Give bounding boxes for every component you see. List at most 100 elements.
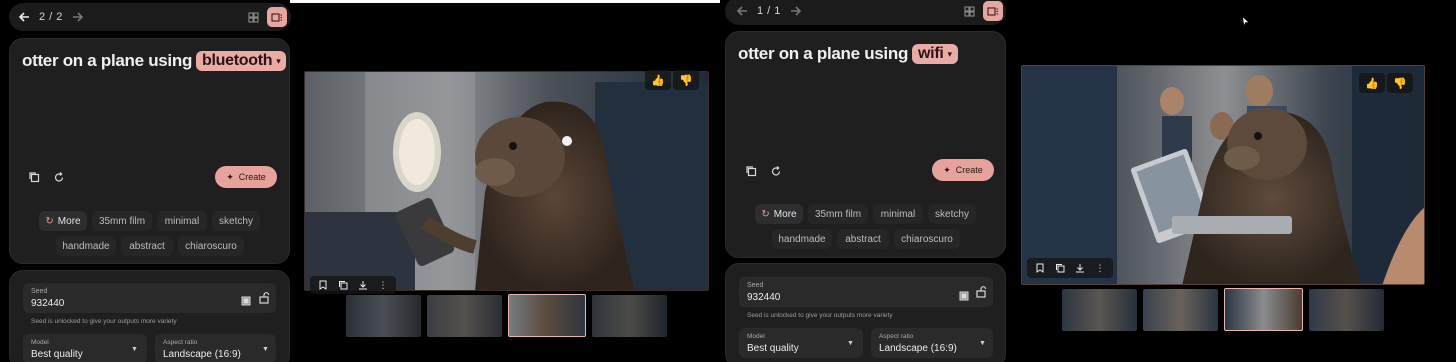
refresh-icon: ↻ [761, 208, 770, 220]
thumbnail[interactable] [1062, 289, 1137, 331]
seed-value: 932440 [747, 292, 781, 303]
style-chip-35mm-film[interactable]: 35mm film [808, 204, 868, 224]
more-vert-icon[interactable]: ⋮ [1093, 261, 1107, 275]
copy-icon[interactable] [1053, 261, 1067, 275]
style-chip-minimal[interactable]: minimal [157, 211, 207, 231]
arrow-left-icon[interactable] [13, 6, 35, 28]
arrow-right-icon[interactable] [785, 0, 807, 22]
single-view-icon[interactable] [267, 7, 287, 27]
seed-value: 932440 [31, 298, 65, 309]
pager-label: 2 / 2 [39, 11, 63, 23]
thumbnail[interactable] [1143, 289, 1218, 331]
dice-icon[interactable] [956, 288, 972, 304]
more-styles-button[interactable]: ↻ More [39, 211, 87, 231]
thumbs-down-icon[interactable]: 👎 [1387, 73, 1413, 93]
prompt-heading: otter on a plane using bluetooth ▾ [22, 51, 287, 71]
style-chips: ↻ More 35mm film minimal sketchy handmad… [9, 203, 290, 263]
model-value: Best quality [31, 349, 83, 360]
create-label: Create [238, 172, 266, 182]
keyword-label: bluetooth [202, 52, 273, 69]
single-view-icon[interactable] [983, 1, 1003, 21]
generated-image-main[interactable] [1021, 65, 1425, 285]
create-button[interactable]: ✦ Create [932, 159, 994, 181]
dice-icon[interactable] [238, 293, 254, 309]
lock-open-icon[interactable] [972, 283, 990, 301]
thumbnail-selected[interactable] [1224, 288, 1303, 331]
lock-open-icon[interactable] [255, 289, 273, 307]
thumbnail[interactable] [1309, 289, 1384, 331]
more-label: More [773, 208, 797, 220]
view-toggle [959, 1, 1003, 21]
copy-icon[interactable] [23, 166, 45, 188]
sparkle-icon: ✦ [943, 164, 951, 175]
arrow-right-icon[interactable] [67, 6, 89, 28]
left-pane: 2 / 2 otter on a plane using bluetooth ▾ … [0, 0, 715, 362]
seed-label: Seed [31, 288, 48, 295]
chevron-down-icon: ▼ [847, 340, 854, 347]
right-pane: 1 / 1 otter on a plane using wifi ▾ ✦ Cre… [715, 0, 1456, 362]
keyword-label: wifi [918, 45, 944, 62]
style-chip-chiaroscuro[interactable]: chiaroscuro [178, 236, 244, 256]
reset-icon[interactable] [765, 160, 787, 182]
thumbnail[interactable] [346, 295, 421, 337]
thumbs-up-icon[interactable]: 👍 [1359, 73, 1385, 93]
thumbnail[interactable] [427, 295, 502, 337]
style-chip-abstract[interactable]: abstract [121, 236, 173, 256]
seed-note: Seed is unlocked to give your outputs mo… [31, 318, 177, 325]
bookmark-icon[interactable] [316, 278, 330, 292]
thumbnail-selected[interactable] [508, 294, 586, 337]
model-label: Model [31, 339, 49, 346]
cursor-icon [1242, 14, 1250, 32]
more-styles-button[interactable]: ↻ More [755, 204, 803, 224]
create-button[interactable]: ✦ Create [215, 166, 277, 188]
pager-label: 1 / 1 [757, 5, 781, 17]
chevron-down-icon: ▼ [131, 346, 138, 353]
aspect-ratio-label: Aspect ratio [163, 339, 198, 346]
download-icon[interactable] [356, 278, 370, 292]
style-chip-minimal[interactable]: minimal [873, 204, 923, 224]
keyword-chip[interactable]: bluetooth ▾ [196, 51, 287, 71]
rating-buttons: 👍 👎 [645, 70, 699, 90]
create-label: Create [955, 165, 983, 175]
style-chip-35mm-film[interactable]: 35mm film [92, 211, 152, 231]
chevron-down-icon: ▼ [979, 340, 986, 347]
arrow-left-icon[interactable] [731, 0, 753, 22]
keyword-chip[interactable]: wifi ▾ [912, 44, 958, 64]
style-chip-sketchy[interactable]: sketchy [928, 204, 976, 224]
prompt-text: otter on a plane using [22, 51, 193, 70]
thumbs-down-icon[interactable]: 👎 [673, 70, 699, 90]
style-chip-chiaroscuro[interactable]: chiaroscuro [894, 229, 960, 249]
grid-view-icon[interactable] [959, 1, 979, 21]
chevron-down-icon: ▾ [947, 48, 953, 59]
view-toggle [243, 7, 287, 27]
model-label: Model [747, 333, 765, 340]
thumbs-up-icon[interactable]: 👍 [645, 70, 671, 90]
aspect-ratio-value: Landscape (16:9) [163, 349, 241, 360]
chevron-down-icon: ▼ [262, 346, 269, 353]
style-chip-abstract[interactable]: abstract [837, 229, 889, 249]
more-vert-icon[interactable]: ⋮ [376, 278, 390, 292]
image-actions: ⋮ [1027, 258, 1113, 278]
more-label: More [57, 215, 81, 227]
model-value: Best quality [747, 343, 799, 354]
grid-view-icon[interactable] [243, 7, 263, 27]
copy-icon[interactable] [740, 160, 762, 182]
aspect-ratio-value: Landscape (16:9) [879, 343, 957, 354]
aspect-ratio-label: Aspect ratio [879, 333, 914, 340]
style-chip-sketchy[interactable]: sketchy [212, 211, 260, 231]
generated-image-main[interactable] [304, 71, 709, 291]
style-chip-handmade[interactable]: handmade [56, 236, 116, 256]
prompt-heading: otter on a plane using wifi ▾ [738, 44, 958, 64]
download-icon[interactable] [1073, 261, 1087, 275]
reset-icon[interactable] [48, 166, 70, 188]
rating-buttons: 👍 👎 [1359, 73, 1413, 93]
seed-label: Seed [747, 282, 764, 289]
copy-icon[interactable] [336, 278, 350, 292]
image-actions: ⋮ [310, 276, 396, 294]
seed-note: Seed is unlocked to give your outputs mo… [747, 312, 893, 319]
refresh-icon: ↻ [45, 215, 54, 227]
bookmark-icon[interactable] [1033, 261, 1047, 275]
prompt-text: otter on a plane using [738, 44, 909, 63]
thumbnail[interactable] [592, 295, 667, 337]
style-chip-handmade[interactable]: handmade [772, 229, 832, 249]
